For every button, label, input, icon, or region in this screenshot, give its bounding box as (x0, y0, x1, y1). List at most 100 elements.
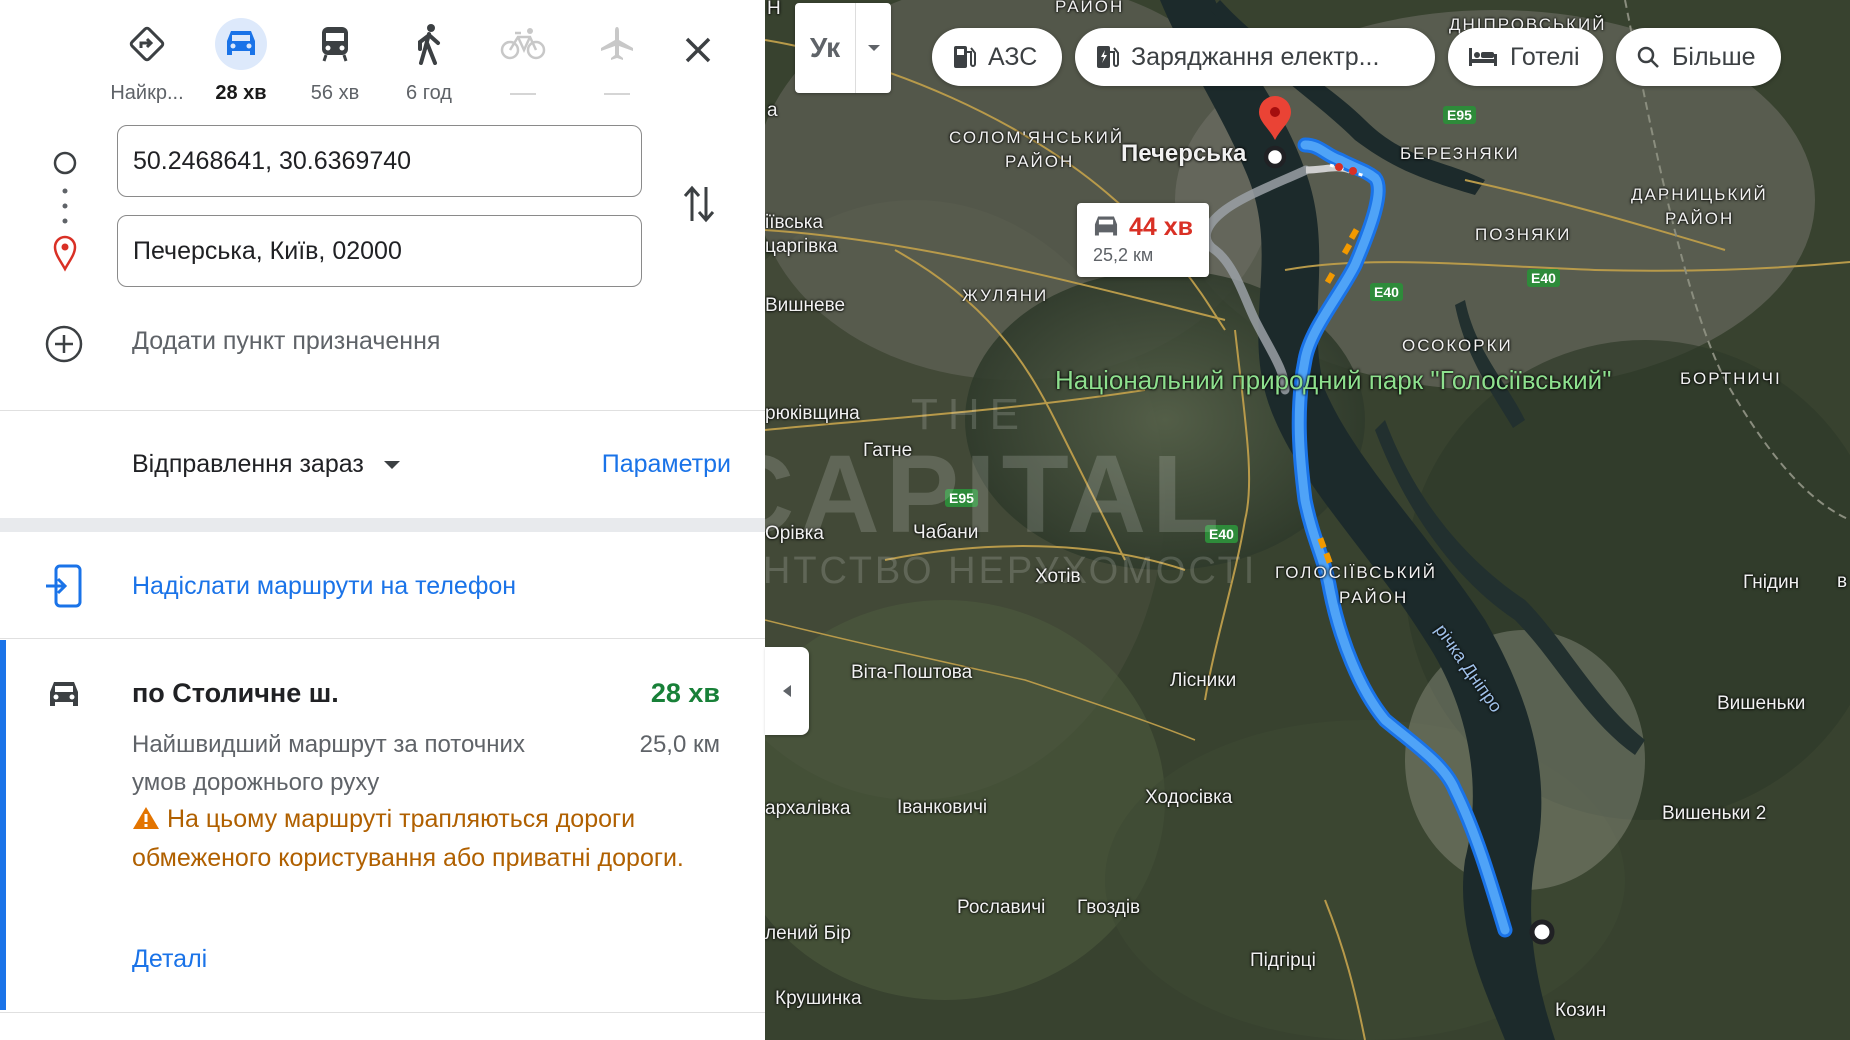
map-label: Гатне (863, 440, 913, 461)
close-icon (685, 37, 711, 63)
add-destination-button[interactable] (44, 324, 84, 369)
send-to-phone-icon (46, 564, 82, 608)
map-label: Гнідин (1743, 572, 1800, 593)
close-button[interactable] (676, 28, 720, 72)
depart-label: Відправлення зараз (132, 450, 364, 478)
map-label: Іванковичі (897, 797, 988, 818)
alt-route-distance: 25,2 км (1093, 245, 1154, 265)
mode-cycling[interactable] (476, 18, 570, 106)
origin-input[interactable]: 50.2468641, 30.6369740 (117, 125, 642, 197)
map-label: РАЙОН (1005, 152, 1075, 171)
gas-station-icon (954, 46, 976, 68)
route-distance: 25,0 км (639, 731, 720, 758)
chip-label: Заряджання електр... (1131, 42, 1380, 71)
hotel-icon (1469, 48, 1497, 66)
mode-unavailable-line (604, 93, 630, 95)
map-label: Підгірці (1250, 950, 1316, 971)
mode-transit[interactable]: 56 хв (288, 18, 382, 106)
details-link[interactable]: Деталі (132, 945, 207, 974)
divider (0, 638, 765, 639)
destination-label: Печерська (1121, 140, 1247, 167)
map-label: царгівка (765, 236, 838, 257)
mode-label: 6 год (406, 82, 452, 104)
swap-button[interactable] (682, 183, 716, 230)
add-circle-icon (45, 325, 83, 363)
map-label: Вишневе (765, 295, 846, 316)
alt-route-popup[interactable]: 44 хв 25,2 км (1077, 203, 1209, 277)
map-label: БЕРЕЗНЯКИ (1400, 144, 1520, 163)
route-option[interactable]: по Столичне ш. 28 хв Найшвидший маршрут … (0, 640, 765, 1010)
chip-ev-charging[interactable]: Заряджання електр... (1075, 28, 1435, 86)
mode-unavailable-line (510, 93, 536, 95)
map-label: Віта-Поштова (851, 662, 973, 683)
options-link[interactable]: Параметри (602, 450, 731, 479)
ev-charging-icon (1097, 46, 1119, 68)
directions-icon (121, 18, 173, 70)
map-label: Вишеньки (1717, 693, 1806, 714)
destination-input[interactable]: Печерська, Київ, 02000 (117, 215, 642, 287)
map-label: БОРТНИЧІ (1680, 369, 1782, 388)
road-shield: E95 (945, 489, 978, 507)
map-label: архалівка (765, 798, 851, 819)
directions-panel: Найкр... 28 хв 56 хв 6 год 50.2468641, 3… (0, 0, 765, 1040)
route-title: по Столичне ш. (132, 678, 339, 708)
layer-selector[interactable]: Ук (795, 3, 891, 93)
mode-label: 56 хв (310, 82, 360, 104)
map-label: ЖУЛЯНИ (962, 286, 1049, 305)
map-label: РАЙОН (1665, 209, 1735, 228)
road-shield: E40 (1205, 525, 1238, 543)
park-label: Національний природний парк "Голосіївськ… (1055, 365, 1611, 395)
search-icon (1637, 46, 1659, 68)
walk-icon (403, 18, 455, 70)
swap-icon (683, 185, 715, 223)
divider (0, 1012, 765, 1013)
send-to-phone-label[interactable]: Надіслати маршрути на телефон (132, 572, 516, 601)
chip-label: Готелі (1510, 42, 1580, 71)
alt-route-duration: 44 хв (1129, 213, 1194, 241)
map-label: Крушинка (775, 988, 862, 1009)
chevron-down-icon (867, 45, 880, 51)
chip-label: АЗС (988, 42, 1038, 71)
chip-gas-stations[interactable]: АЗС (932, 28, 1062, 86)
map-label: РАЙОН (1055, 0, 1125, 16)
travel-mode-bar: Найкр... 28 хв 56 хв 6 год (100, 18, 664, 106)
chip-more[interactable]: Більше (1616, 28, 1781, 86)
map-label: лений Бір (765, 923, 851, 944)
map-label: РАЙОН (1339, 588, 1409, 607)
layer-dropdown-button[interactable] (856, 44, 891, 52)
map-label: Вишеньки 2 (1662, 803, 1767, 824)
map-label: ГОЛОСІЇВСЬКИЙ (1275, 563, 1437, 582)
mode-driving[interactable]: 28 хв (194, 18, 288, 106)
chevron-left-icon (783, 685, 791, 697)
divider (0, 410, 765, 411)
depart-time-dropdown[interactable]: Відправлення зараз (132, 450, 402, 479)
map-label: в (1837, 571, 1848, 592)
dropdown-arrow-icon (383, 460, 400, 469)
mode-best[interactable]: Найкр... (100, 18, 194, 106)
chip-hotels[interactable]: Готелі (1448, 28, 1603, 86)
flight-icon (591, 18, 643, 70)
map-label: рюківщина (765, 403, 860, 424)
road-shield: E40 (1370, 283, 1403, 301)
road-shield: E40 (1527, 269, 1560, 287)
route-description: Найшвидший маршрут за поточних умов доро… (132, 731, 525, 796)
route-warning: На цьому маршруті трапляються дороги обм… (132, 800, 712, 878)
route-warning-text: На цьому маршруті трапляються дороги обм… (132, 805, 684, 872)
map-label: Орівка (765, 523, 824, 544)
road-shield: E95 (1443, 106, 1476, 124)
map-label: Гвоздів (1077, 897, 1141, 918)
map-label: СОЛОМ'ЯНСЬКИЙ (949, 128, 1125, 147)
selected-route-indicator (0, 640, 6, 1010)
car-icon (1094, 216, 1118, 236)
mode-walking[interactable]: 6 год (382, 18, 476, 106)
send-to-phone-button[interactable] (44, 563, 84, 614)
collapse-panel-button[interactable] (765, 647, 809, 735)
add-destination-label[interactable]: Додати пункт призначення (132, 327, 440, 356)
satellite-map[interactable]: СОЛОМ'ЯНСЬКИЙ РАЙОН Печерська БЕРЕЗНЯКИ … (765, 0, 1850, 1040)
map-label: Н (767, 0, 781, 19)
map-label: Рославичі (957, 897, 1046, 918)
car-icon (215, 18, 267, 70)
car-icon (50, 682, 78, 706)
map-label: Козин (1555, 1000, 1607, 1021)
mode-flight[interactable] (570, 18, 664, 106)
